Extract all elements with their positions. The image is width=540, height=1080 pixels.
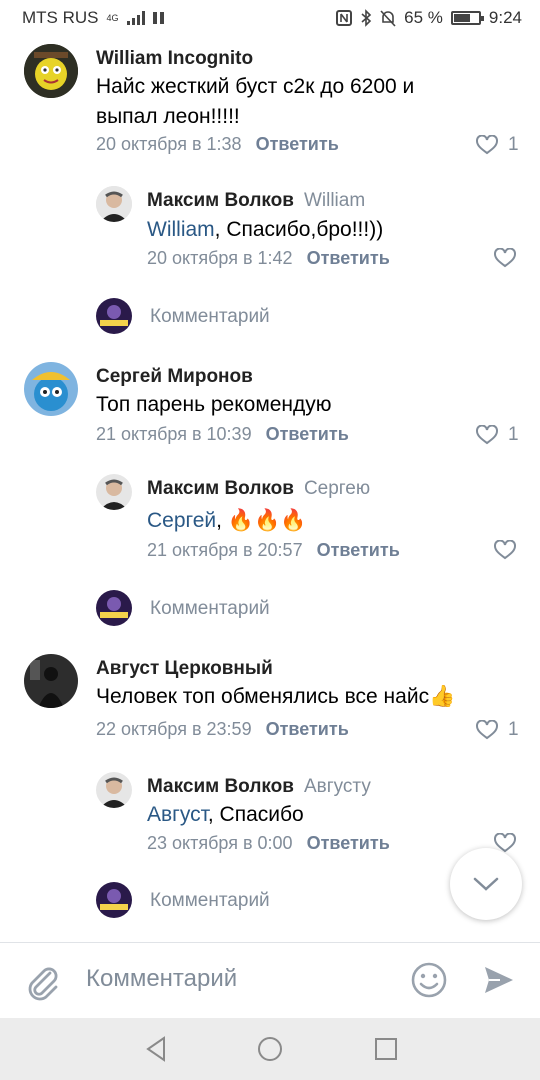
network-type: 4G [106,13,119,23]
send-icon[interactable] [482,963,516,997]
nfc-icon [336,10,353,26]
signal-icon [126,11,145,25]
add-comment-link[interactable]: Комментарий [150,890,270,912]
mute-bell-icon [380,10,396,27]
reply-author-name[interactable]: Максим Волков [147,776,294,797]
like-button[interactable]: 1 [476,424,519,446]
back-icon[interactable] [142,1035,170,1063]
comment-text-line: Топ парень рекомендую [96,393,332,416]
comment-author[interactable]: Август Церковный [96,658,273,680]
reply-author[interactable]: Максим Волков William [147,190,365,212]
home-icon[interactable] [256,1035,284,1063]
heart-icon [476,425,498,445]
clock: 9:24 [488,8,522,27]
reply-author[interactable]: Максим Волков Августу [147,776,371,798]
reply-text: Сергей, 🔥🔥🔥 [147,506,306,536]
scroll-down-button[interactable] [450,848,522,920]
reply-author[interactable]: Максим Волков Сергею [147,478,370,500]
reply-body: , 🔥🔥🔥 [216,509,307,532]
add-comment-link[interactable]: Комментарий [150,306,270,328]
battery-percent: 65 % [404,8,443,27]
comment-meta: 20 октября в 1:38 Ответить [96,134,339,155]
paperclip-icon[interactable] [24,961,60,1001]
reply-button[interactable]: Ответить [266,424,349,444]
bluetooth-icon [361,9,372,27]
reply-text: Август, Спасибо [147,800,304,830]
reply-to-name: Августу [303,776,371,797]
heart-icon [476,720,498,740]
heart-icon [476,135,498,155]
reply-meta: 20 октября в 1:42 Ответить [147,248,390,269]
reply-body: , Спасибо,бро!!!)) [214,218,384,241]
comment-date: 22 октября в 23:59 [96,719,252,739]
chevron-down-icon [473,877,499,891]
avatar [96,590,132,626]
avatar [96,298,132,334]
avatar[interactable] [96,474,132,510]
mention-link[interactable]: William [147,218,215,241]
add-comment-link[interactable]: Комментарий [150,598,270,620]
comment-author[interactable]: Сергей Миронов [96,366,253,388]
comment-composer: Комментарий [0,942,540,1018]
comment-meta: 22 октября в 23:59 Ответить [96,719,349,740]
comment-input[interactable]: Комментарий [86,965,237,993]
avatar[interactable] [24,362,78,416]
like-button[interactable]: 1 [476,134,519,156]
comment-text-line: выпал леон!!!!! [96,105,240,128]
comment-meta: 21 октября в 10:39 Ответить [96,424,349,445]
reply-to-name: William [303,190,366,211]
reply-meta: 23 октября в 0:00 Ответить [147,833,390,854]
like-count: 1 [508,719,519,740]
like-button[interactable] [494,540,516,560]
reply-meta: 21 октября в 20:57 Ответить [147,540,400,561]
like-count: 1 [508,424,519,445]
comment-text-line: Человек топ обменялись все найс👍 [96,685,456,708]
emoji-icon[interactable] [410,961,448,999]
comment-text-line: Найс жесткий буст с2к до 6200 и [96,75,415,98]
reply-date: 21 октября в 20:57 [147,540,303,560]
battery-icon [450,11,484,25]
like-button[interactable]: 1 [476,719,519,741]
reply-date: 20 октября в 1:42 [147,248,293,268]
avatar[interactable] [96,772,132,808]
reply-author-name[interactable]: Максим Волков [147,190,294,211]
mention-link[interactable]: Август [147,803,208,826]
reply-text: William, Спасибо,бро!!!)) [147,215,383,245]
reply-button[interactable]: Ответить [317,540,400,560]
avatar[interactable] [24,654,78,708]
avatar[interactable] [24,44,78,98]
reply-date: 23 октября в 0:00 [147,833,293,853]
reply-button[interactable]: Ответить [307,833,390,853]
like-count: 1 [508,134,519,155]
comment-date: 21 октября в 10:39 [96,424,252,444]
reply-button[interactable]: Ответить [256,134,339,154]
reply-body: , Спасибо [207,803,304,826]
like-button[interactable] [494,248,516,268]
reply-button[interactable]: Ответить [307,248,390,268]
system-nav-bar [0,1018,540,1080]
status-bar: MTS RUS 4G 65 % 9:24 [0,0,540,36]
heart-icon [494,248,516,268]
pause-icon [152,12,164,24]
reply-author-name[interactable]: Максим Волков [147,478,294,499]
avatar[interactable] [96,186,132,222]
recents-icon[interactable] [372,1035,400,1063]
comment-author[interactable]: William Incognito [96,48,253,70]
heart-icon [494,540,516,560]
carrier-name: MTS RUS [22,8,99,27]
mention-link[interactable]: Сергей [147,509,216,532]
reply-to-name: Сергею [303,478,371,499]
reply-button[interactable]: Ответить [266,719,349,739]
avatar [96,882,132,918]
comment-date: 20 октября в 1:38 [96,134,242,154]
